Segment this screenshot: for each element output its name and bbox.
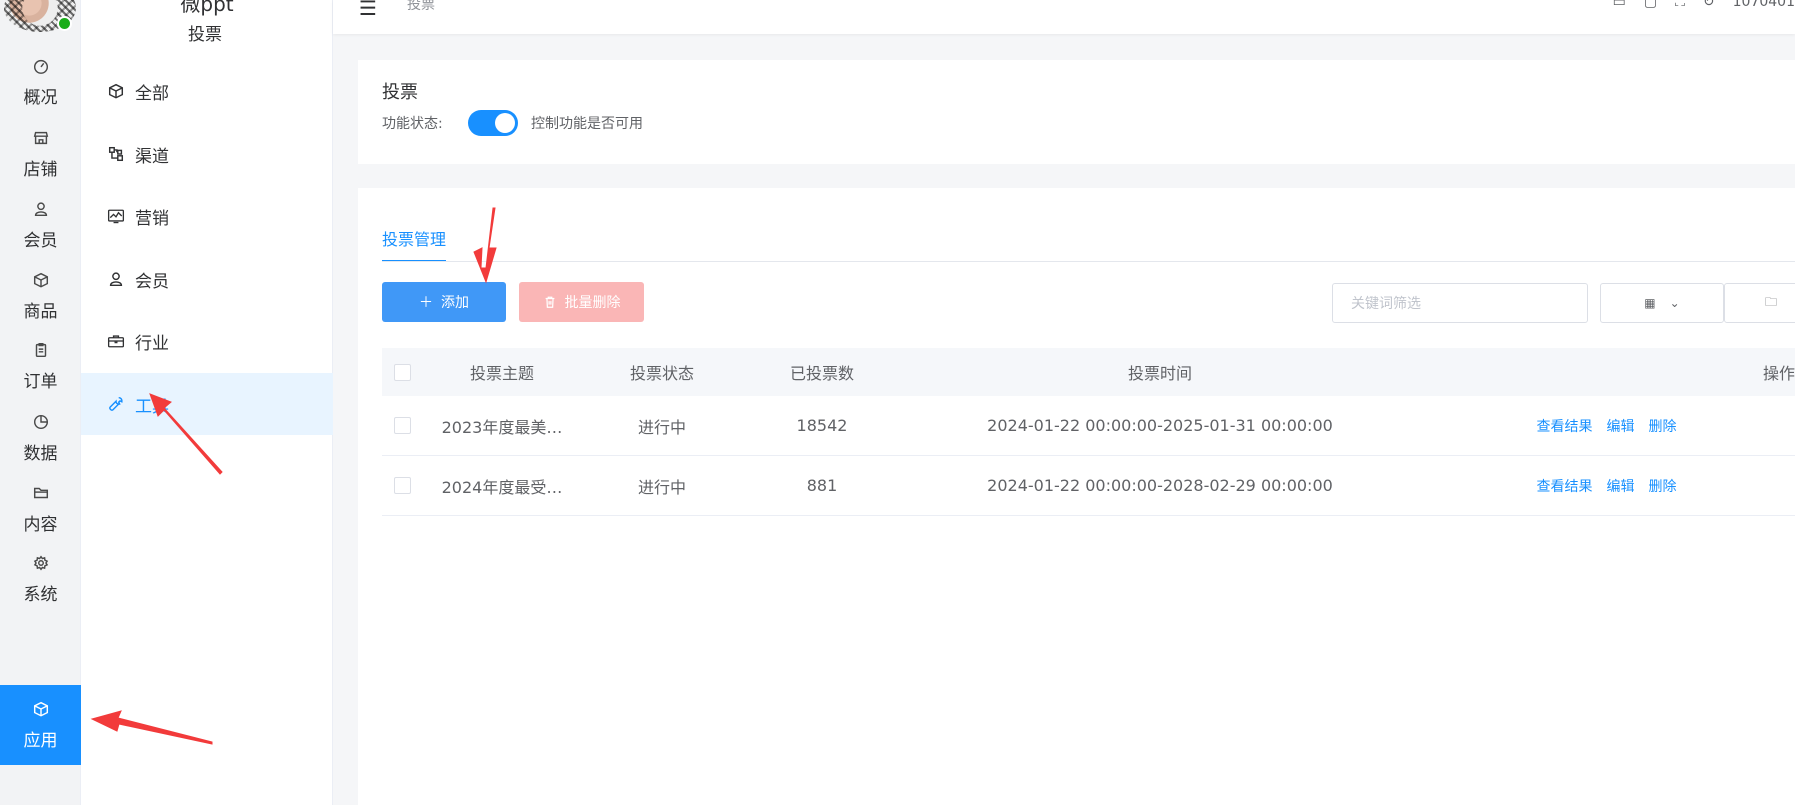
- arrow-to-add-button: [473, 207, 497, 284]
- arrow-to-apps-rail: [90, 710, 213, 745]
- arrow-to-tools-menu: [149, 393, 223, 475]
- annotation-arrows: [90, 207, 497, 745]
